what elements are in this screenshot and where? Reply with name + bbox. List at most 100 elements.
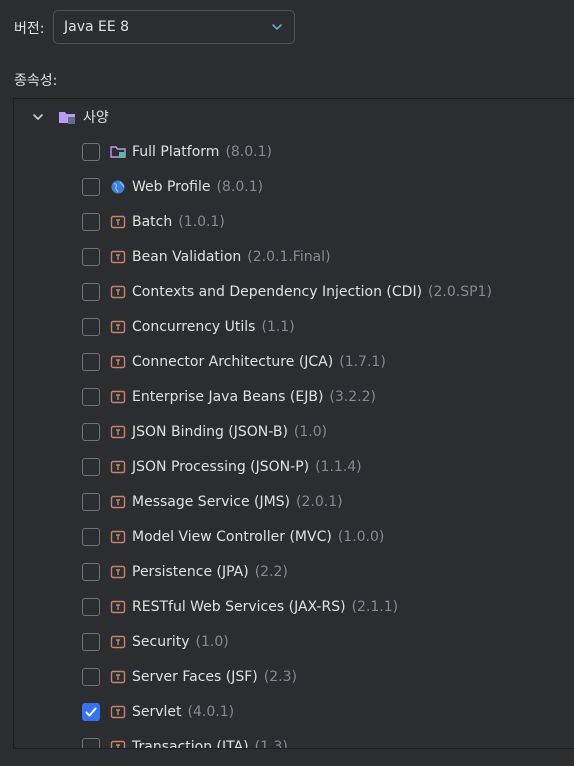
dependency-checkbox[interactable] bbox=[82, 597, 100, 616]
dependency-version: (1.1) bbox=[261, 318, 295, 335]
dependency-version: (3.2.2) bbox=[329, 388, 376, 405]
dependency-name: Model View Controller (MVC) bbox=[132, 528, 332, 545]
dependency-checkbox[interactable] bbox=[82, 352, 100, 371]
library-icon bbox=[110, 214, 126, 230]
dependency-version: (1.0) bbox=[195, 633, 229, 650]
library-icon bbox=[110, 354, 126, 370]
dependency-name: Message Service (JMS) bbox=[132, 493, 291, 510]
dependency-item[interactable]: JSON Processing (JSON-P) (1.1.4) bbox=[82, 449, 362, 484]
dependency-version: (1.1.4) bbox=[315, 458, 362, 475]
dependency-item[interactable]: Full Platform (8.0.1) bbox=[82, 134, 272, 169]
library-icon bbox=[110, 669, 126, 685]
library-icon bbox=[110, 389, 126, 405]
library-icon bbox=[110, 599, 126, 615]
dependency-version: (2.3) bbox=[263, 668, 297, 685]
dependency-version: (2.0.SP1) bbox=[428, 283, 492, 300]
dependency-checkbox[interactable] bbox=[82, 212, 100, 231]
dependency-item[interactable]: JSON Binding (JSON-B) (1.0) bbox=[82, 414, 327, 449]
dependency-name: Server Faces (JSF) bbox=[132, 668, 258, 685]
dependency-name: JSON Binding (JSON-B) bbox=[132, 423, 288, 440]
library-icon bbox=[110, 564, 126, 580]
checkmark-icon bbox=[85, 707, 97, 716]
dependency-item[interactable]: Web Profile (8.0.1) bbox=[82, 169, 263, 204]
dependency-version: (2.1.1) bbox=[351, 598, 399, 615]
dependency-checkbox[interactable] bbox=[82, 702, 100, 721]
dependency-item[interactable]: Server Faces (JSF) (2.3) bbox=[82, 659, 297, 694]
dependency-item[interactable]: Persistence (JPA) (2.2) bbox=[82, 554, 288, 589]
library-icon bbox=[110, 319, 126, 335]
dependency-item[interactable]: Transaction (JTA) (1.3) bbox=[82, 729, 288, 749]
dependency-version: (8.0.1) bbox=[216, 178, 264, 195]
dependency-item[interactable]: Enterprise Java Beans (EJB) (3.2.2) bbox=[82, 379, 376, 414]
dependency-name: Connector Architecture (JCA) bbox=[132, 353, 334, 370]
globe-icon bbox=[110, 179, 126, 195]
dependency-version: (8.0.1) bbox=[225, 143, 272, 160]
dependency-version: (2.0.1.Final) bbox=[247, 248, 331, 265]
dependency-checkbox[interactable] bbox=[82, 737, 100, 748]
dependency-name: Concurrency Utils bbox=[132, 318, 256, 335]
dependency-version: (1.0.1) bbox=[178, 213, 225, 230]
folder-icon bbox=[59, 111, 75, 124]
dependency-checkbox[interactable] bbox=[82, 562, 100, 581]
library-icon bbox=[110, 249, 126, 265]
dependency-checkbox[interactable] bbox=[82, 317, 100, 336]
dependency-checkbox[interactable] bbox=[82, 527, 100, 546]
dependencies-tree[interactable]: 사양 Full Platform (8.0.1) Web Profile (8.0.1… bbox=[13, 98, 574, 749]
dependency-name: RESTful Web Services (JAX-RS) bbox=[132, 598, 346, 615]
dependency-item[interactable]: Batch (1.0.1) bbox=[82, 204, 225, 239]
dependency-name: Enterprise Java Beans (EJB) bbox=[132, 388, 324, 405]
folder-icon bbox=[110, 144, 126, 160]
dependency-item[interactable]: Model View Controller (MVC) (1.0.0) bbox=[82, 519, 384, 554]
dependency-version: (1.0.0) bbox=[337, 528, 385, 545]
library-icon bbox=[110, 704, 126, 720]
dependency-checkbox[interactable] bbox=[82, 142, 100, 161]
dependency-item[interactable]: Servlet (4.0.1) bbox=[82, 694, 234, 729]
dependency-checkbox[interactable] bbox=[82, 667, 100, 686]
dependency-item[interactable]: Security (1.0) bbox=[82, 624, 229, 659]
dependency-name: Web Profile bbox=[132, 178, 211, 195]
chevron-down-icon bbox=[272, 24, 282, 30]
dependency-item[interactable]: Connector Architecture (JCA) (1.7.1) bbox=[82, 344, 386, 379]
dependency-checkbox[interactable] bbox=[82, 387, 100, 406]
library-icon bbox=[110, 494, 126, 510]
dependency-item[interactable]: Message Service (JMS) (2.0.1) bbox=[82, 484, 343, 519]
library-icon bbox=[110, 459, 126, 475]
dependencies-label: 종속성: bbox=[14, 73, 58, 89]
version-dropdown[interactable]: Java EE 8 bbox=[53, 10, 295, 44]
dependency-checkbox[interactable] bbox=[82, 492, 100, 511]
dependency-checkbox[interactable] bbox=[82, 457, 100, 476]
version-label: 버전: bbox=[14, 21, 45, 37]
dependency-name: Security bbox=[132, 633, 190, 650]
dependency-version: (1.3) bbox=[254, 738, 288, 749]
dependency-version: (2.2) bbox=[254, 563, 288, 580]
dependency-item[interactable]: RESTful Web Services (JAX-RS) (2.1.1) bbox=[82, 589, 398, 624]
dependency-name: Contexts and Dependency Injection (CDI) bbox=[132, 283, 423, 300]
dependency-checkbox[interactable] bbox=[82, 177, 100, 196]
dependency-name: Transaction (JTA) bbox=[132, 738, 249, 749]
dependency-item[interactable]: Contexts and Dependency Injection (CDI) (… bbox=[82, 274, 492, 309]
dependency-item[interactable]: Concurrency Utils (1.1) bbox=[82, 309, 295, 344]
dependency-name: Bean Validation bbox=[132, 248, 242, 265]
dependency-checkbox[interactable] bbox=[82, 282, 100, 301]
dependency-name: Persistence (JPA) bbox=[132, 563, 249, 580]
dependency-checkbox[interactable] bbox=[82, 632, 100, 651]
chevron-down-icon[interactable] bbox=[30, 109, 46, 125]
dependency-version: (4.0.1) bbox=[187, 703, 235, 720]
dependency-name: Full Platform bbox=[132, 143, 220, 160]
tree-root-specifications[interactable]: 사양 bbox=[30, 99, 109, 134]
dependency-name: JSON Processing (JSON-P) bbox=[132, 458, 310, 475]
dependency-checkbox[interactable] bbox=[82, 422, 100, 441]
dependency-name: Batch bbox=[132, 213, 173, 230]
library-icon bbox=[110, 529, 126, 545]
dependency-version: (1.7.1) bbox=[339, 353, 386, 370]
version-value: Java EE 8 bbox=[64, 19, 130, 35]
dependency-item[interactable]: Bean Validation (2.0.1.Final) bbox=[82, 239, 331, 274]
library-icon bbox=[110, 284, 126, 300]
tree-root-label: 사양 bbox=[83, 109, 109, 126]
library-icon bbox=[110, 634, 126, 650]
dependency-version: (2.0.1) bbox=[296, 493, 343, 510]
library-icon bbox=[110, 739, 126, 748]
dependency-name: Servlet bbox=[132, 703, 182, 720]
dependency-checkbox[interactable] bbox=[82, 247, 100, 266]
library-icon bbox=[110, 424, 126, 440]
